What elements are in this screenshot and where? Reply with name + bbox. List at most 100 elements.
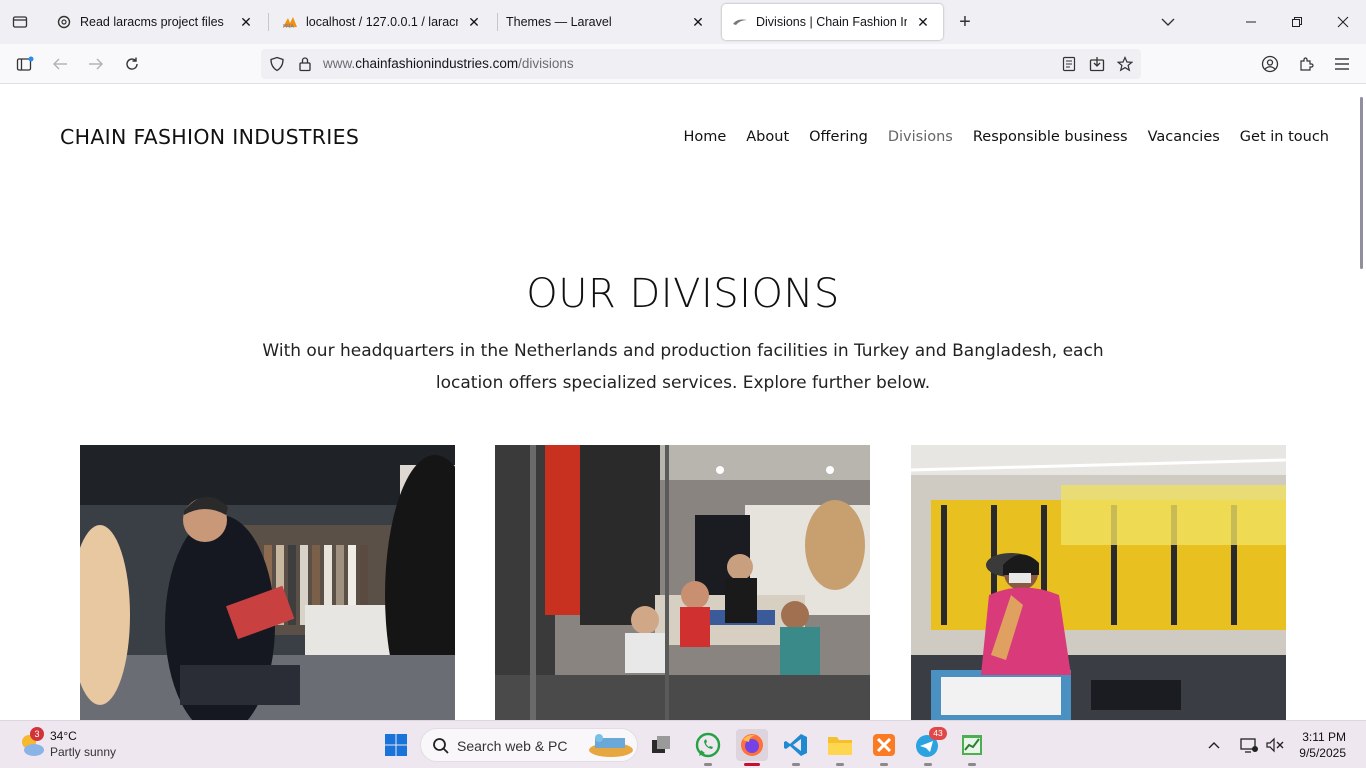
search-icon [433,738,449,754]
new-tab-button[interactable]: + [952,9,978,35]
tab-2[interactable]: Themes — Laravel ✕ [496,4,718,40]
tab-divider [268,13,269,31]
weather-alert-badge: 3 [30,727,44,741]
taskbar-search-box[interactable]: Search web & PC [420,728,638,762]
weather-description: Partly sunny [50,745,117,759]
address-bar[interactable]: www.chainfashionindustries.com/divisions [261,49,1141,79]
tab-strip: Read laracms project files ✕ PMA localho… [0,0,1366,44]
close-tab-icon[interactable]: ✕ [236,12,256,32]
menu-button[interactable] [1328,50,1356,78]
tab-title: Divisions | Chain Fashion Indust [756,15,907,29]
nav-get-in-touch[interactable]: Get in touch [1240,129,1329,145]
search-placeholder: Search web & PC [457,738,568,754]
tab-3-active[interactable]: Divisions | Chain Fashion Indust ✕ [722,4,943,40]
shield-icon[interactable] [268,55,286,73]
forward-button[interactable] [82,50,110,78]
svg-text:PMA: PMA [283,24,294,29]
task-view-icon [652,736,670,753]
page-title: OUR DIVISIONS [526,271,840,317]
file-explorer-taskbar-button[interactable] [824,729,856,766]
openai-icon [56,14,72,30]
whatsapp-taskbar-button[interactable] [692,729,724,766]
nav-responsible-business[interactable]: Responsible business [973,129,1128,145]
account-button[interactable] [1256,50,1284,78]
site-favicon-icon [732,14,748,30]
plus-icon: + [959,10,971,33]
reader-view-icon[interactable] [1060,55,1078,73]
whatsapp-icon [695,732,721,758]
telegram-taskbar-button[interactable]: 43 [912,727,947,766]
url-domain: chainfashionindustries.com [355,56,519,71]
url-path: /divisions [518,56,574,71]
nav-divisions[interactable]: Divisions [888,129,953,145]
bookmark-star-icon[interactable] [1116,55,1134,73]
nav-vacancies[interactable]: Vacancies [1148,129,1220,145]
intro-text: With our headquarters in the Netherlands… [262,341,1104,393]
hamburger-menu-icon [1335,58,1349,70]
account-icon [1261,55,1279,73]
site-logo[interactable]: CHAIN FASHION INDUSTRIES [60,125,359,149]
running-indicator [968,763,976,766]
active-indicator [744,763,760,766]
app-taskbar-button[interactable] [956,729,988,766]
reload-button[interactable] [118,50,146,78]
tab-0[interactable]: Read laracms project files ✕ [46,4,266,40]
nav-home[interactable]: Home [683,129,726,145]
division-card-2-image[interactable] [495,445,870,720]
arrow-left-icon [53,58,67,70]
tab-title: localhost / 127.0.0.1 / laracms | [306,15,458,29]
system-clock[interactable]: 3:11 PM 9/5/2025 [1299,729,1346,761]
firefox-icon [741,734,763,756]
chevron-up-icon [1208,742,1220,749]
firefox-view-icon [12,16,28,28]
nav-offering[interactable]: Offering [809,129,868,145]
windows-taskbar: 3 34°C Partly sunny Search web & PC 43 3… [0,720,1366,768]
close-icon [1337,16,1349,28]
tab-title: Themes — Laravel [506,15,612,29]
sidebar-icon [16,56,34,71]
url-text: www.chainfashionindustries.com/divisions [323,56,574,71]
close-tab-icon[interactable]: ✕ [913,12,933,32]
division-card-1-image[interactable] [80,445,455,720]
task-view-button[interactable] [645,729,677,761]
volume-button[interactable] [1262,729,1288,761]
weather-widget[interactable]: 3 34°C Partly sunny [16,727,146,763]
list-all-tabs-button[interactable] [1155,9,1181,35]
folder-icon [828,737,852,755]
xampp-taskbar-button[interactable] [868,729,900,766]
sidebar-button[interactable] [11,50,39,78]
clock-date: 9/5/2025 [1299,746,1346,760]
tab-1[interactable]: PMA localhost / 127.0.0.1 / laracms | ✕ [272,4,494,40]
reload-icon [126,57,138,70]
weather-temperature: 34°C [50,729,77,743]
page-scrollbar[interactable] [1356,85,1366,720]
firefox-view-button[interactable] [6,8,34,36]
lock-icon[interactable] [296,55,314,73]
arrow-right-icon [89,58,103,70]
network-button[interactable] [1236,729,1262,761]
firefox-taskbar-button[interactable] [736,729,768,766]
show-hidden-icons-button[interactable] [1202,729,1226,761]
search-highlight-icon [589,734,633,757]
extensions-button[interactable] [1292,50,1320,78]
clock-time: 3:11 PM [1302,730,1346,744]
puzzle-piece-icon [1300,57,1314,71]
start-button[interactable] [380,729,412,761]
division-card-3-image[interactable] [911,445,1286,720]
running-indicator [704,763,712,766]
scrollbar-thumb[interactable] [1360,97,1363,269]
url-host: www. [323,56,356,71]
tab-title: Read laracms project files [80,15,224,29]
close-tab-icon[interactable]: ✕ [464,12,484,32]
save-to-pocket-icon[interactable] [1088,55,1106,73]
nav-about[interactable]: About [746,129,789,145]
vscode-taskbar-button[interactable] [780,729,812,766]
back-button[interactable] [46,50,74,78]
site-navigation: Home About Offering Divisions Responsibl… [683,129,1329,145]
vscode-icon [784,734,807,756]
chevron-down-icon [1161,18,1175,26]
close-tab-icon[interactable]: ✕ [688,12,708,32]
close-window-button[interactable] [1320,0,1366,44]
minimize-button[interactable] [1228,0,1274,44]
restore-button[interactable] [1274,0,1320,44]
